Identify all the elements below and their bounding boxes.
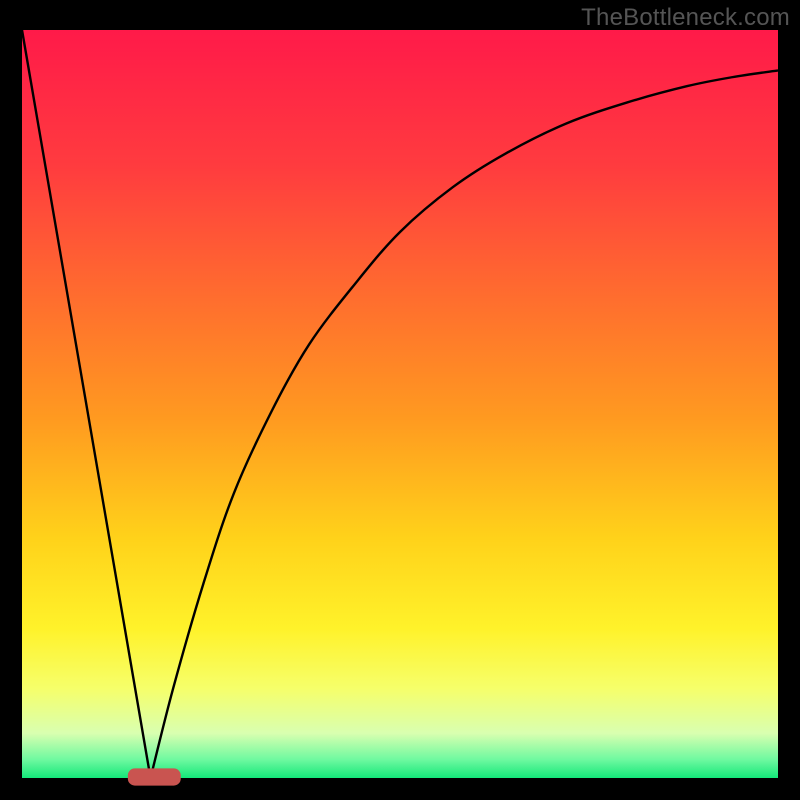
plot-background: [22, 30, 778, 778]
optimal-marker: [128, 768, 181, 785]
chart-svg: [0, 0, 800, 800]
watermark-text: TheBottleneck.com: [581, 4, 790, 32]
bottleneck-chart: TheBottleneck.com: [0, 0, 800, 800]
